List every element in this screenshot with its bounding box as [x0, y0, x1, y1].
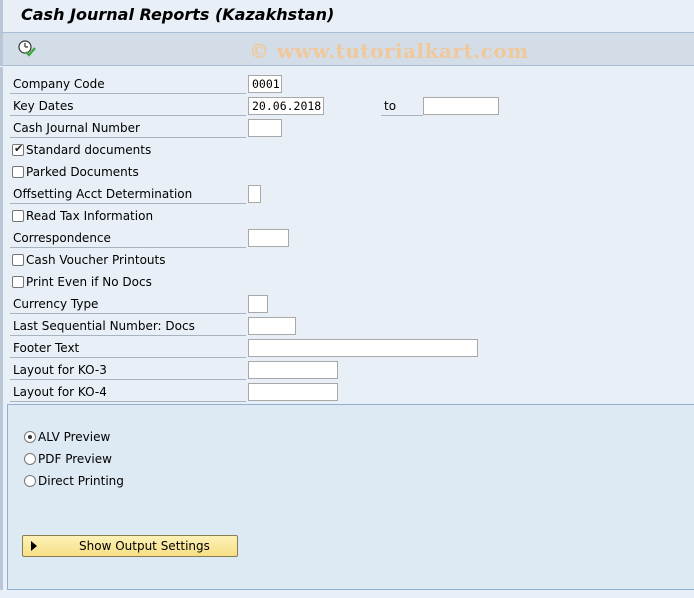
divider	[10, 203, 246, 204]
last-sequential-number-label: Last Sequential Number: Docs	[13, 319, 195, 333]
radio-selected-dot	[28, 435, 32, 439]
cash-journal-number-input[interactable]	[248, 119, 282, 137]
read-tax-info-label: Read Tax Information	[26, 209, 154, 223]
watermark: © www.tutorialkart.com	[249, 39, 529, 63]
checkmark-icon: ✔	[14, 142, 24, 155]
layout-ko3-input[interactable]	[248, 361, 338, 379]
execute-icon[interactable]	[17, 39, 37, 59]
currency-type-input[interactable]	[248, 295, 268, 313]
read-tax-info-checkbox[interactable]	[12, 210, 24, 222]
direct-printing-label: Direct Printing	[38, 474, 124, 488]
standard-documents-label: Standard documents	[26, 143, 152, 157]
parked-documents-label: Parked Documents	[26, 165, 139, 179]
toolbar: © www.tutorialkart.com	[0, 32, 694, 66]
divider	[10, 401, 246, 402]
key-dates-to-label: to	[384, 99, 397, 113]
offsetting-acct-input[interactable]	[248, 185, 261, 203]
divider	[10, 357, 246, 358]
cash-voucher-printouts-label: Cash Voucher Printouts	[26, 253, 166, 267]
pdf-preview-label: PDF Preview	[38, 452, 112, 466]
key-dates-from-input[interactable]: 20.06.2018	[248, 97, 324, 115]
direct-printing-radio[interactable]	[24, 475, 36, 487]
footer-text-input[interactable]	[248, 339, 478, 357]
divider	[10, 313, 246, 314]
left-border	[0, 404, 3, 598]
cash-voucher-printouts-checkbox[interactable]	[12, 254, 24, 266]
title-bar: Cash Journal Reports (Kazakhstan)	[0, 0, 694, 32]
footer-text-label: Footer Text	[13, 341, 80, 355]
pdf-preview-radio[interactable]	[24, 453, 36, 465]
divider	[381, 115, 423, 116]
key-dates-label: Key Dates	[13, 99, 74, 113]
last-sequential-number-input[interactable]	[248, 317, 296, 335]
alv-preview-radio[interactable]	[24, 431, 36, 443]
parked-documents-checkbox[interactable]	[12, 166, 24, 178]
currency-type-label: Currency Type	[13, 297, 99, 311]
divider	[10, 115, 246, 116]
expand-arrow-icon	[31, 541, 37, 551]
layout-ko3-label: Layout for KO-3	[13, 363, 107, 377]
divider	[10, 93, 246, 94]
standard-documents-checkbox[interactable]: ✔	[12, 142, 24, 156]
divider	[10, 247, 246, 248]
bottom-area	[0, 590, 694, 598]
divider	[10, 335, 246, 336]
key-dates-to-input[interactable]	[423, 97, 499, 115]
divider	[10, 137, 246, 138]
print-even-if-no-docs-label: Print Even if No Docs	[26, 275, 152, 289]
company-code-input[interactable]: 0001	[248, 75, 282, 93]
alv-preview-label: ALV Preview	[38, 430, 111, 444]
print-even-if-no-docs-checkbox[interactable]	[12, 276, 24, 288]
output-options-panel: ALV Preview PDF Preview Direct Printing …	[7, 404, 694, 590]
layout-ko4-label: Layout for KO-4	[13, 385, 107, 399]
page-title: Cash Journal Reports (Kazakhstan)	[21, 5, 335, 24]
show-output-settings-button[interactable]: Show Output Settings	[22, 535, 238, 557]
layout-ko4-input[interactable]	[248, 383, 338, 401]
divider	[10, 379, 246, 380]
cash-journal-number-label: Cash Journal Number	[13, 121, 140, 135]
correspondence-input[interactable]	[248, 229, 289, 247]
offsetting-acct-label: Offsetting Acct Determination	[13, 187, 193, 201]
correspondence-label: Correspondence	[13, 231, 111, 245]
show-output-settings-label: Show Output Settings	[79, 539, 210, 553]
company-code-label: Company Code	[13, 77, 105, 91]
selection-form: Company Code 0001 Key Dates 20.06.2018 t…	[0, 67, 694, 405]
